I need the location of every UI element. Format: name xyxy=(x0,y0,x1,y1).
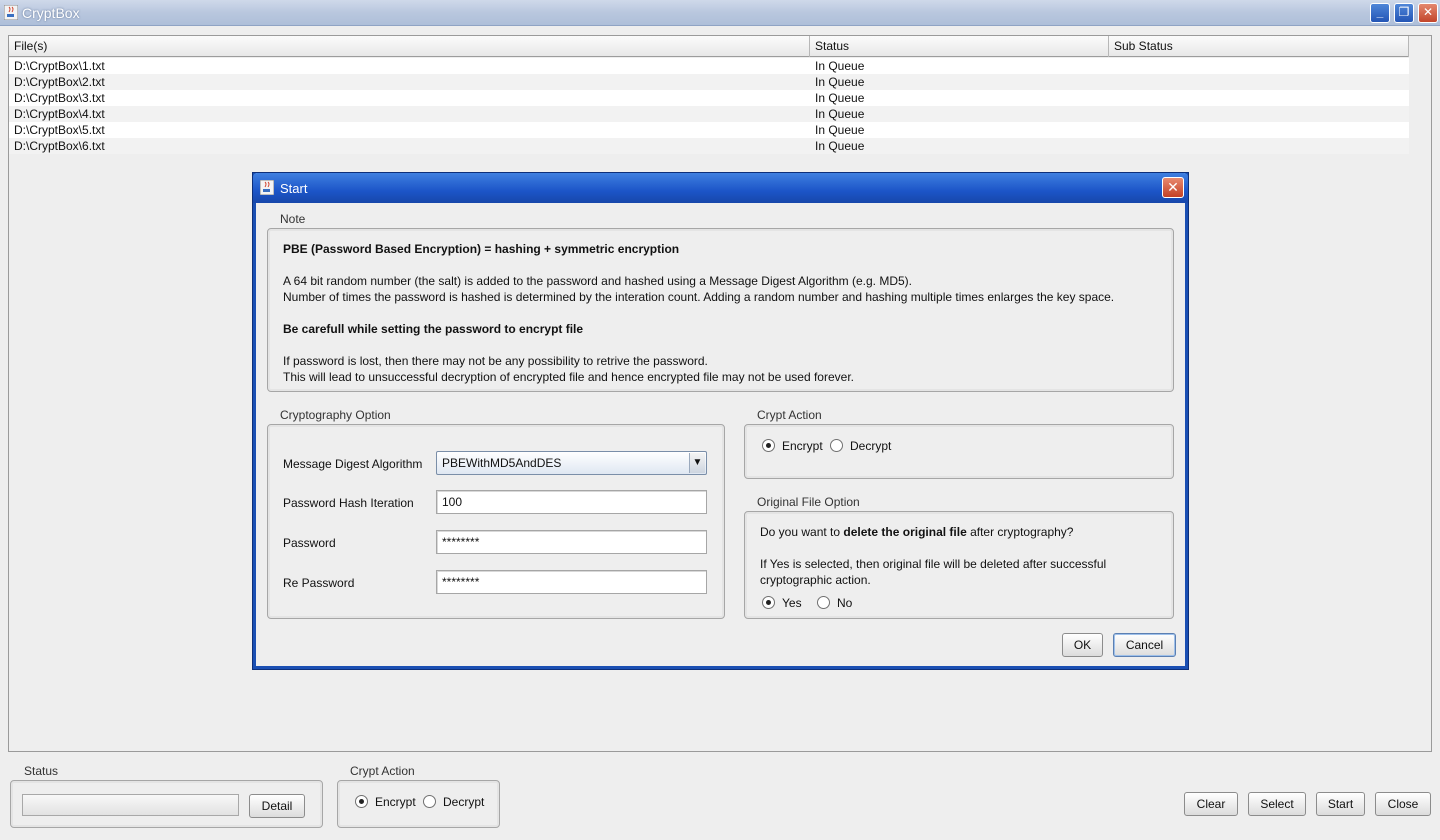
encrypt-radio[interactable] xyxy=(355,795,368,808)
no-radio[interactable] xyxy=(817,596,830,609)
dialog-decrypt-label: Decrypt xyxy=(850,439,892,453)
start-dialog: Start ✕ Note PBE (Password Based Encrypt… xyxy=(253,173,1188,669)
file-cell: D:\CryptBox\2.txt xyxy=(14,75,105,89)
cancel-button[interactable]: Cancel xyxy=(1113,633,1176,657)
table-row[interactable]: D:\CryptBox\1.txt In Queue xyxy=(9,58,1409,74)
close-icon[interactable]: ✕ xyxy=(1162,177,1184,198)
delete-question-post: after cryptography? xyxy=(966,525,1074,539)
dialog-title: Start xyxy=(280,181,308,196)
delete-info-line2: cryptographic action. xyxy=(760,573,871,587)
password-label: Password xyxy=(283,536,336,550)
table-row[interactable]: D:\CryptBox\2.txt In Queue xyxy=(9,74,1409,90)
start-button[interactable]: Start xyxy=(1316,792,1365,816)
detail-button[interactable]: Detail xyxy=(249,794,305,818)
file-cell: D:\CryptBox\3.txt xyxy=(14,91,105,105)
window-titlebar: CryptBox _ ❐ ✕ xyxy=(0,0,1440,26)
note-line-lost: If password is lost, then there may not … xyxy=(283,354,708,368)
status-cell: In Queue xyxy=(815,123,865,137)
dialog-encrypt-label: Encrypt xyxy=(782,439,823,453)
note-group-title: Note xyxy=(280,212,306,226)
original-file-option-title: Original File Option xyxy=(757,495,860,509)
window-title: CryptBox xyxy=(22,5,80,21)
delete-info-line1: If Yes is selected, then original file w… xyxy=(760,557,1107,571)
sub-status-cell xyxy=(1109,58,1114,74)
algorithm-selected-value: PBEWithMD5AndDES xyxy=(442,456,562,470)
note-heading-pbe: PBE (Password Based Encryption) = hashin… xyxy=(283,242,680,256)
clear-button[interactable]: Clear xyxy=(1184,792,1238,816)
dialog-crypt-action-title: Crypt Action xyxy=(757,408,822,422)
crypto-option-group-title: Cryptography Option xyxy=(280,408,391,422)
status-cell: In Queue xyxy=(815,139,865,153)
java-cup-icon xyxy=(4,5,18,20)
progress-bar xyxy=(22,794,239,816)
status-group-title: Status xyxy=(24,764,59,778)
ok-button[interactable]: OK xyxy=(1062,633,1103,657)
minimize-icon[interactable]: _ xyxy=(1370,3,1390,23)
restore-icon[interactable]: ❐ xyxy=(1394,3,1414,23)
decrypt-radio[interactable] xyxy=(423,795,436,808)
close-icon[interactable]: ✕ xyxy=(1418,3,1438,23)
repassword-label: Re Password xyxy=(283,576,355,590)
sub-status-cell xyxy=(1109,122,1114,138)
java-cup-icon xyxy=(260,180,274,195)
file-cell: D:\CryptBox\4.txt xyxy=(14,107,105,121)
delete-question: Do you want to delete the original file … xyxy=(760,525,1073,539)
sub-status-cell xyxy=(1109,106,1114,122)
dialog-decrypt-radio[interactable] xyxy=(830,439,843,452)
note-line-iteration: Number of times the password is hashed i… xyxy=(283,290,1115,304)
note-line-consequence: This will lead to unsuccessful decryptio… xyxy=(283,370,854,384)
dialog-titlebar: Start ✕ xyxy=(253,173,1188,203)
iteration-label: Password Hash Iteration xyxy=(283,496,414,510)
column-header-sub-status[interactable]: Sub Status xyxy=(1109,36,1409,57)
table-row[interactable]: D:\CryptBox\5.txt In Queue xyxy=(9,122,1409,138)
password-input[interactable]: ******** xyxy=(436,530,707,554)
table-row[interactable]: D:\CryptBox\4.txt In Queue xyxy=(9,106,1409,122)
repassword-input[interactable]: ******** xyxy=(436,570,707,594)
algorithm-select[interactable]: PBEWithMD5AndDES ▼ xyxy=(436,451,707,475)
column-header-files[interactable]: File(s) xyxy=(9,36,810,57)
sub-status-cell xyxy=(1109,138,1114,154)
file-cell: D:\CryptBox\5.txt xyxy=(14,123,105,137)
note-line-salt: A 64 bit random number (the salt) is add… xyxy=(283,274,913,288)
delete-question-pre: Do you want to xyxy=(760,525,844,539)
no-label: No xyxy=(837,596,853,610)
table-header: File(s) Status Sub Status xyxy=(9,36,1409,57)
chevron-down-icon[interactable]: ▼ xyxy=(689,453,705,473)
encrypt-label: Encrypt xyxy=(375,795,416,809)
note-heading-warning: Be carefull while setting the password t… xyxy=(283,322,584,336)
column-header-status[interactable]: Status xyxy=(810,36,1109,57)
file-cell: D:\CryptBox\1.txt xyxy=(14,59,105,73)
yes-label: Yes xyxy=(782,596,802,610)
delete-question-bold: delete the original file xyxy=(843,525,967,539)
iteration-input[interactable]: 100 xyxy=(436,490,707,514)
status-cell: In Queue xyxy=(815,59,865,73)
status-cell: In Queue xyxy=(815,107,865,121)
status-cell: In Queue xyxy=(815,75,865,89)
decrypt-label: Decrypt xyxy=(443,795,485,809)
dialog-encrypt-radio[interactable] xyxy=(762,439,775,452)
table-row[interactable]: D:\CryptBox\6.txt In Queue xyxy=(9,138,1409,154)
table-row[interactable]: D:\CryptBox\3.txt In Queue xyxy=(9,90,1409,106)
close-button[interactable]: Close xyxy=(1375,792,1431,816)
sub-status-cell xyxy=(1109,74,1114,90)
status-cell: In Queue xyxy=(815,91,865,105)
sub-status-cell xyxy=(1109,90,1114,106)
yes-radio[interactable] xyxy=(762,596,775,609)
crypt-action-group-title: Crypt Action xyxy=(350,764,415,778)
select-button[interactable]: Select xyxy=(1248,792,1306,816)
table-body: D:\CryptBox\1.txt In Queue D:\CryptBox\2… xyxy=(9,58,1409,154)
file-cell: D:\CryptBox\6.txt xyxy=(14,139,105,153)
algorithm-label: Message Digest Algorithm xyxy=(283,457,423,471)
